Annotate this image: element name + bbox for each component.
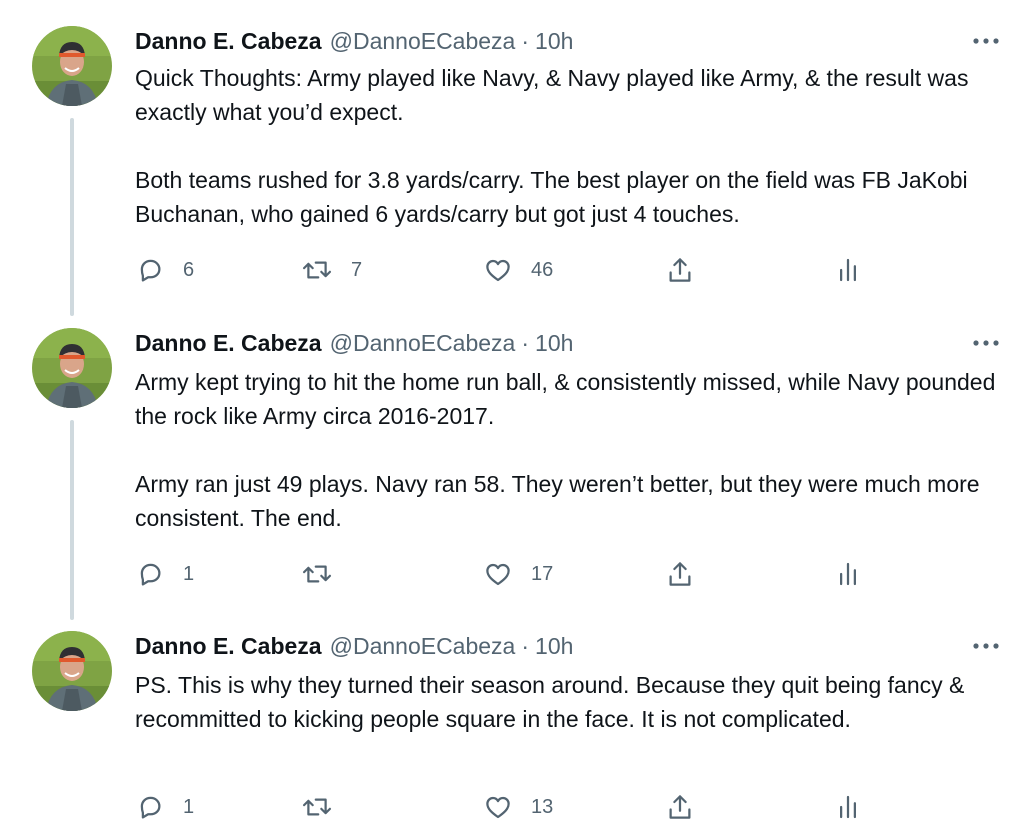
reply-icon [135,559,165,589]
retweet-icon [301,792,333,822]
tweet-actions: 1 17 [135,558,875,590]
tweet-paragraph: Army ran just 49 plays. Navy ran 58. The… [135,471,980,531]
tweet-3[interactable]: Danno E. Cabeza @DannoECabeza · 10h PS. … [0,605,1024,840]
like-button[interactable]: 13 [483,791,553,823]
profile-photo [32,631,112,711]
separator-dot: · [521,633,530,659]
analytics-button[interactable] [833,791,863,823]
avatar[interactable] [32,631,112,711]
reply-count: 1 [183,795,195,818]
tweet-paragraph: PS. This is why they turned their season… [135,672,965,732]
retweet-button[interactable] [301,791,351,823]
more-options-button[interactable] [968,26,1004,56]
tweet-paragraph: Both teams rushed for 3.8 yards/carry. T… [135,167,968,227]
like-count: 17 [531,562,554,585]
heart-icon [483,255,513,285]
tweet-thread: Danno E. Cabeza @DannoECabeza · 10h Quic… [0,0,1024,840]
reply-button[interactable]: 1 [135,558,194,590]
tweet-1[interactable]: Danno E. Cabeza @DannoECabeza · 10h Quic… [0,0,1024,310]
avatar[interactable] [32,328,112,408]
reply-icon [135,792,165,822]
tweet-paragraph: Quick Thoughts: Army played like Navy, &… [135,65,969,125]
tweet-header: Danno E. Cabeza @DannoECabeza · 10h [135,328,573,358]
tweet-actions: 1 13 [135,791,875,823]
like-count: 46 [531,258,554,281]
tweet-paragraph: Army kept trying to hit the home run bal… [135,369,996,429]
share-icon [665,255,695,285]
share-icon [665,792,695,822]
separator-dot: · [521,28,530,54]
like-count: 13 [531,795,554,818]
heart-icon [483,792,513,822]
more-horizontal-icon [973,38,999,44]
retweet-icon [301,559,333,589]
tweet-header: Danno E. Cabeza @DannoECabeza · 10h [135,631,573,661]
reply-icon [135,255,165,285]
separator-dot: · [521,330,530,356]
display-name[interactable]: Danno E. Cabeza [135,631,322,661]
share-button[interactable] [665,791,695,823]
tweet-2[interactable]: Danno E. Cabeza @DannoECabeza · 10h Army… [0,302,1024,612]
user-handle[interactable]: @DannoECabeza [330,26,516,56]
tweet-header: Danno E. Cabeza @DannoECabeza · 10h [135,26,573,56]
analytics-button[interactable] [833,558,863,590]
timestamp[interactable]: 10h [535,328,573,358]
retweet-count: 7 [351,258,363,281]
analytics-icon [833,559,863,589]
retweet-button[interactable]: 7 [301,254,362,286]
tweet-text: Quick Thoughts: Army played like Navy, &… [135,61,1005,231]
share-icon [665,559,695,589]
retweet-button[interactable] [301,558,351,590]
more-horizontal-icon [973,340,999,346]
share-button[interactable] [665,558,695,590]
reply-count: 1 [183,562,195,585]
tweet-actions: 6 7 46 [135,254,875,286]
display-name[interactable]: Danno E. Cabeza [135,26,322,56]
retweet-icon [301,255,333,285]
avatar[interactable] [32,26,112,106]
timestamp[interactable]: 10h [535,26,573,56]
profile-photo [32,328,112,408]
heart-icon [483,559,513,589]
share-button[interactable] [665,254,695,286]
analytics-icon [833,792,863,822]
analytics-icon [833,255,863,285]
reply-button[interactable]: 1 [135,791,194,823]
user-handle[interactable]: @DannoECabeza [330,631,516,661]
reply-count: 6 [183,258,195,281]
user-handle[interactable]: @DannoECabeza [330,328,516,358]
tweet-text: PS. This is why they turned their season… [135,668,1005,736]
display-name[interactable]: Danno E. Cabeza [135,328,322,358]
like-button[interactable]: 17 [483,558,553,590]
more-options-button[interactable] [968,328,1004,358]
timestamp[interactable]: 10h [535,631,573,661]
reply-button[interactable]: 6 [135,254,194,286]
profile-photo [32,26,112,106]
more-horizontal-icon [973,643,999,649]
analytics-button[interactable] [833,254,863,286]
more-options-button[interactable] [968,631,1004,661]
like-button[interactable]: 46 [483,254,553,286]
tweet-text: Army kept trying to hit the home run bal… [135,365,1005,535]
